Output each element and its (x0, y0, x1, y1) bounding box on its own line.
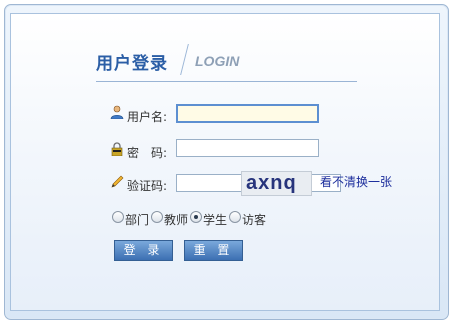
captcha-image-text: axnq (246, 172, 297, 194)
reset-button[interactable]: 重 置 (184, 240, 243, 261)
page-title-en: LOGIN (195, 53, 240, 69)
role-radio-department[interactable] (112, 211, 124, 223)
login-button[interactable]: 登 录 (114, 240, 173, 261)
captcha-image[interactable]: axnq (241, 171, 312, 196)
password-field[interactable] (176, 139, 319, 157)
role-radio-visitor[interactable] (229, 211, 241, 223)
role-label-student: 学生 (203, 213, 228, 227)
lock-icon (111, 142, 123, 156)
title-underline (96, 81, 357, 82)
user-icon (110, 105, 124, 119)
role-label-department: 部门 (125, 213, 150, 227)
username-label: 用户名: (127, 110, 168, 124)
role-label-visitor: 访客 (242, 213, 267, 227)
role-radio-student[interactable] (190, 211, 202, 223)
password-label: 密 码: (127, 146, 168, 160)
refresh-captcha-link[interactable]: 看不清换一张 (320, 173, 392, 190)
page-title: 用户登录 (96, 54, 168, 74)
role-radio-teacher[interactable] (151, 211, 163, 223)
captcha-label: 验证码: (127, 179, 168, 193)
username-field[interactable] (176, 104, 319, 123)
pencil-icon (111, 175, 124, 188)
role-label-teacher: 教师 (164, 213, 189, 227)
